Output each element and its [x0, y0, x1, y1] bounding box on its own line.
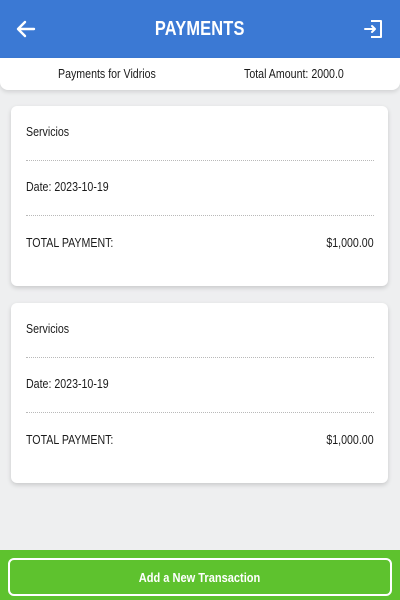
divider: [26, 215, 374, 216]
payment-date: Date: 2023-10-19: [26, 377, 109, 391]
divider: [26, 160, 374, 161]
footer-bar: Add a New Transaction: [0, 550, 400, 600]
total-payment-amount: $1,000.00: [326, 236, 374, 250]
divider: [26, 357, 374, 358]
summary-vendor-label: Payments for Vidrios: [58, 67, 156, 81]
payments-screen: PAYMENTS Payments for Vidrios Total Amou…: [0, 0, 400, 600]
logout-button[interactable]: [360, 15, 388, 43]
app-header: PAYMENTS: [0, 0, 400, 58]
payment-category: Servicios: [26, 125, 70, 139]
add-transaction-button[interactable]: Add a New Transaction: [8, 558, 392, 596]
page-title: PAYMENTS: [155, 17, 245, 40]
total-payment-amount: $1,000.00: [326, 433, 374, 447]
payments-summary: Payments for Vidrios Total Amount: 2000.…: [0, 58, 400, 90]
payment-card[interactable]: Servicios Date: 2023-10-19 TOTAL PAYMENT…: [11, 303, 388, 483]
logout-icon: [364, 20, 382, 38]
back-button[interactable]: [12, 15, 40, 43]
payment-total-row: TOTAL PAYMENT: $1,000.00: [26, 433, 374, 447]
payment-total-row: TOTAL PAYMENT: $1,000.00: [26, 236, 374, 250]
total-payment-label: TOTAL PAYMENT:: [26, 433, 114, 447]
payment-date: Date: 2023-10-19: [26, 180, 109, 194]
total-payment-label: TOTAL PAYMENT:: [26, 236, 114, 250]
summary-total-amount: Total Amount: 2000.0: [244, 67, 344, 81]
add-transaction-label: Add a New Transaction: [139, 569, 261, 585]
payment-category: Servicios: [26, 322, 70, 336]
arrow-left-icon: [16, 20, 36, 38]
payment-card[interactable]: Servicios Date: 2023-10-19 TOTAL PAYMENT…: [11, 106, 388, 286]
divider: [26, 412, 374, 413]
